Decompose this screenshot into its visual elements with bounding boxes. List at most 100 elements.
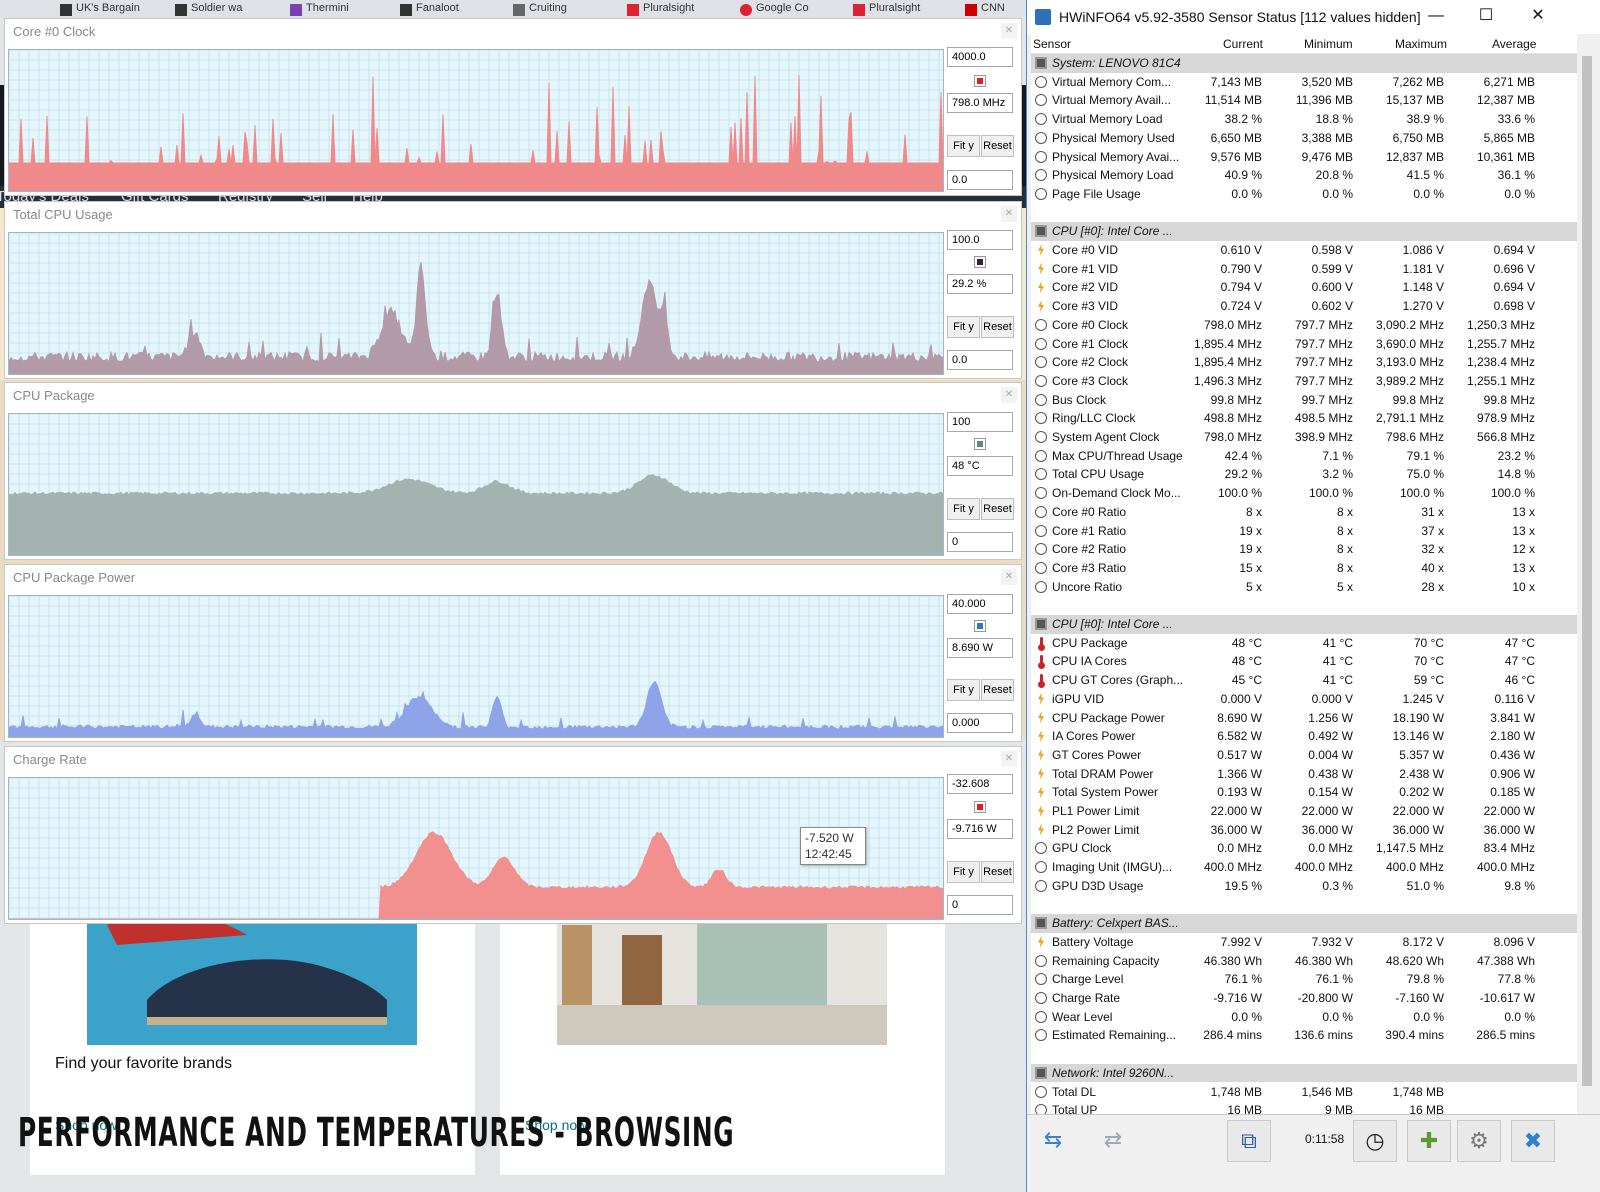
sensor-row[interactable]: Remaining Capacity 46.380 Wh 46.380 Wh 48.6… [1031,952,1577,971]
browser-tab[interactable]: Pluralsight [627,2,732,18]
sensor-row[interactable]: Bus Clock 99.8 MHz 99.7 MHz 99.8 MHz 99.8 MH… [1031,391,1577,410]
graph-window-cpu-package[interactable]: CPU Package ✕ 100 48 °C Fit y Reset 0 [4,382,1022,560]
browser-tab[interactable]: UK's Bargain [60,2,165,18]
graph-max-field[interactable]: 40.000 [947,594,1013,614]
reset-button[interactable]: Reset [981,316,1014,338]
sensor-row[interactable]: System Agent Clock 798.0 MHz 398.9 MHz 798.… [1031,428,1577,447]
sensor-row[interactable]: CPU Package 48 °C 41 °C 70 °C 47 °C [1031,634,1577,653]
sensor-row[interactable]: Core #1 Ratio 19 x 8 x 37 x 13 x [1031,522,1577,541]
sensor-row[interactable]: Uncore Ratio 5 x 5 x 28 x 10 x [1031,578,1577,597]
clock-reset-icon[interactable]: ◷ [1353,1120,1397,1162]
browser-tab[interactable]: Google Co [740,2,845,18]
graph-window-total-cpu-usage[interactable]: Total CPU Usage ✕ 100.0 29.2 % Fit y Res… [4,201,1022,379]
graph-min-field[interactable]: 0.0 [947,350,1013,370]
sensor-group-row[interactable]: Network: Intel 9260N... [1031,1063,1577,1083]
sensor-row[interactable]: Core #3 Clock 1,496.3 MHz 797.7 MHz 3,989.2… [1031,372,1577,391]
vertical-scrollbar[interactable] [1578,34,1596,1114]
sensor-row[interactable]: Core #0 VID 0.610 V 0.598 V 1.086 V 0.694 V [1031,241,1577,260]
column-header-maximum[interactable]: Maximum [1395,37,1447,51]
sensor-row[interactable]: Battery Voltage 7.992 V 7.932 V 8.172 V 8.09… [1031,933,1577,952]
sensor-group-row[interactable]: System: LENOVO 81C4 [1031,54,1577,73]
sensor-row[interactable]: Physical Memory Load 40.9 % 20.8 % 41.5 % 36… [1031,166,1577,185]
nav-arrows-icon[interactable]: ⇆ [1031,1120,1075,1162]
sensor-row[interactable]: Wear Level 0.0 % 0.0 % 0.0 % 0.0 % [1031,1008,1577,1027]
close-icon[interactable]: ✕ [1001,751,1017,767]
column-header-current[interactable]: Current [1223,37,1263,51]
series-color-swatch[interactable] [974,438,986,450]
sensor-row[interactable]: IA Cores Power 6.582 W 0.492 W 13.146 W 2.18… [1031,727,1577,746]
sensor-row[interactable]: Core #0 Ratio 8 x 8 x 31 x 13 x [1031,503,1577,522]
browser-tab[interactable]: Fanaloot [400,2,505,18]
sensor-row[interactable]: Total DRAM Power 1.366 W 0.438 W 2.438 W 0.9… [1031,765,1577,784]
close-icon[interactable]: ✕ [1515,5,1561,29]
sensor-row[interactable]: Charge Level 76.1 % 76.1 % 79.8 % 77.8 % [1031,970,1577,989]
sensor-row[interactable]: CPU Package Power 8.690 W 1.256 W 18.190 W 3… [1031,709,1577,728]
sensor-group-row[interactable]: CPU [#0]: Intel Core ... [1031,222,1577,241]
fit-y-button[interactable]: Fit y [947,135,980,157]
browser-tab[interactable]: Pluralsight [853,2,958,18]
reset-button[interactable]: Reset [981,498,1014,520]
column-header-minimum[interactable]: Minimum [1304,37,1353,51]
hwinfo-window[interactable]: HWiNFO64 v5.92-3580 Sensor Status [112 v… [1026,0,1600,1192]
sensor-row[interactable]: GPU D3D Usage 19.5 % 0.3 % 51.0 % 9.8 % [1031,877,1577,896]
series-color-swatch[interactable] [974,256,986,268]
sensor-row[interactable]: CPU IA Cores 48 °C 41 °C 70 °C 47 °C [1031,652,1577,671]
scrollbar-thumb[interactable] [1582,56,1592,1086]
sensor-row[interactable]: Physical Memory Used 6,650 MB 3,388 MB 6,75… [1031,129,1577,148]
sensor-row[interactable]: Max CPU/Thread Usage 42.4 % 7.1 % 79.1 % 23.… [1031,447,1577,466]
fit-y-button[interactable]: Fit y [947,498,980,520]
series-color-swatch[interactable] [974,801,986,813]
browser-tab[interactable]: Soldier wa [175,2,280,18]
minimize-icon[interactable]: — [1413,5,1459,29]
sensor-row[interactable]: GT Cores Power 0.517 W 0.004 W 5.357 W 0.436… [1031,746,1577,765]
series-color-swatch[interactable] [974,620,986,632]
sensor-row[interactable]: Total UP 16 MB 9 MB 16 MB [1031,1101,1577,1114]
sensor-group-row[interactable]: Battery: Celxpert BAS... [1031,914,1577,933]
close-icon[interactable]: ✕ [1001,387,1017,403]
close-icon[interactable]: ✕ [1001,23,1017,39]
sensor-row[interactable]: Core #0 Clock 798.0 MHz 797.7 MHz 3,090.2 M… [1031,316,1577,335]
graph-max-field[interactable]: -32.608 [947,774,1013,794]
settings-gear-icon[interactable]: ⚙ [1457,1120,1501,1162]
sensor-row[interactable]: On-Demand Clock Mo... 100.0 % 100.0 % 100.0… [1031,484,1577,503]
network-icon[interactable]: ⧉ [1227,1120,1271,1162]
sensor-row[interactable]: Ring/LLC Clock 498.8 MHz 498.5 MHz 2,791.1 … [1031,409,1577,428]
graph-window-charge-rate[interactable]: Charge Rate ✕ -32.608 -9.716 W Fit y Res… [4,746,1022,924]
graph-max-field[interactable]: 100 [947,412,1013,432]
graph-min-field[interactable]: 0.0 [947,170,1013,190]
sensor-row[interactable]: PL1 Power Limit 22.000 W 22.000 W 22.000 W 2… [1031,802,1577,821]
close-x-icon[interactable]: ✖ [1511,1120,1555,1162]
browser-tab[interactable]: Thermini [290,2,395,18]
sensor-row[interactable]: Total CPU Usage 29.2 % 3.2 % 75.0 % 14.8 % [1031,465,1577,484]
sensor-row[interactable]: Virtual Memory Avail... 11,514 MB 11,396 M… [1031,91,1577,110]
sensor-row[interactable]: GPU Clock 0.0 MHz 0.0 MHz 1,147.5 MHz 83.4 M… [1031,839,1577,858]
sensor-row[interactable]: Core #1 Clock 1,895.4 MHz 797.7 MHz 3,690.0… [1031,335,1577,354]
graph-min-field[interactable]: 0.000 [947,713,1013,733]
reset-button[interactable]: Reset [981,679,1014,701]
sensor-row[interactable]: Core #2 Clock 1,895.4 MHz 797.7 MHz 3,193.0… [1031,353,1577,372]
reset-button[interactable]: Reset [981,135,1014,157]
sensor-row[interactable]: Core #1 VID 0.790 V 0.599 V 1.181 V 0.696 V [1031,260,1577,279]
column-header-average[interactable]: Average [1492,37,1536,51]
sensor-row[interactable]: Estimated Remaining... 286.4 mins 136.6 mi… [1031,1026,1577,1045]
graph-max-field[interactable]: 4000.0 [947,47,1013,67]
graph-window-cpu-package-power[interactable]: CPU Package Power ✕ 40.000 8.690 W Fit y… [4,564,1022,742]
add-report-icon[interactable]: ✚ [1407,1120,1451,1162]
maximize-icon[interactable]: ☐ [1463,5,1509,29]
nav-arrows-disabled-icon[interactable]: ⇄ [1091,1120,1135,1162]
reset-button[interactable]: Reset [981,861,1014,883]
sensor-row[interactable]: Physical Memory Avai... 9,576 MB 9,476 MB 1… [1031,148,1577,167]
sensor-row[interactable]: Imaging Unit (IMGU)... 400.0 MHz 400.0 MHz… [1031,858,1577,877]
fit-y-button[interactable]: Fit y [947,679,980,701]
sensor-row[interactable]: Core #3 VID 0.724 V 0.602 V 1.270 V 0.698 V [1031,297,1577,316]
sensor-row[interactable]: Page File Usage 0.0 % 0.0 % 0.0 % 0.0 % [1031,185,1577,204]
close-icon[interactable]: ✕ [1001,206,1017,222]
fit-y-button[interactable]: Fit y [947,316,980,338]
sensor-row[interactable]: PL2 Power Limit 36.000 W 36.000 W 36.000 W 3… [1031,821,1577,840]
graph-min-field[interactable]: 0 [947,895,1013,915]
graph-max-field[interactable]: 100.0 [947,230,1013,250]
browser-tab[interactable]: CNN [965,2,1025,18]
series-color-swatch[interactable] [974,75,986,87]
sensor-row[interactable]: Core #2 VID 0.794 V 0.600 V 1.148 V 0.694 V [1031,278,1577,297]
sensor-row[interactable]: Virtual Memory Load 38.2 % 18.8 % 38.9 % 33.… [1031,110,1577,129]
